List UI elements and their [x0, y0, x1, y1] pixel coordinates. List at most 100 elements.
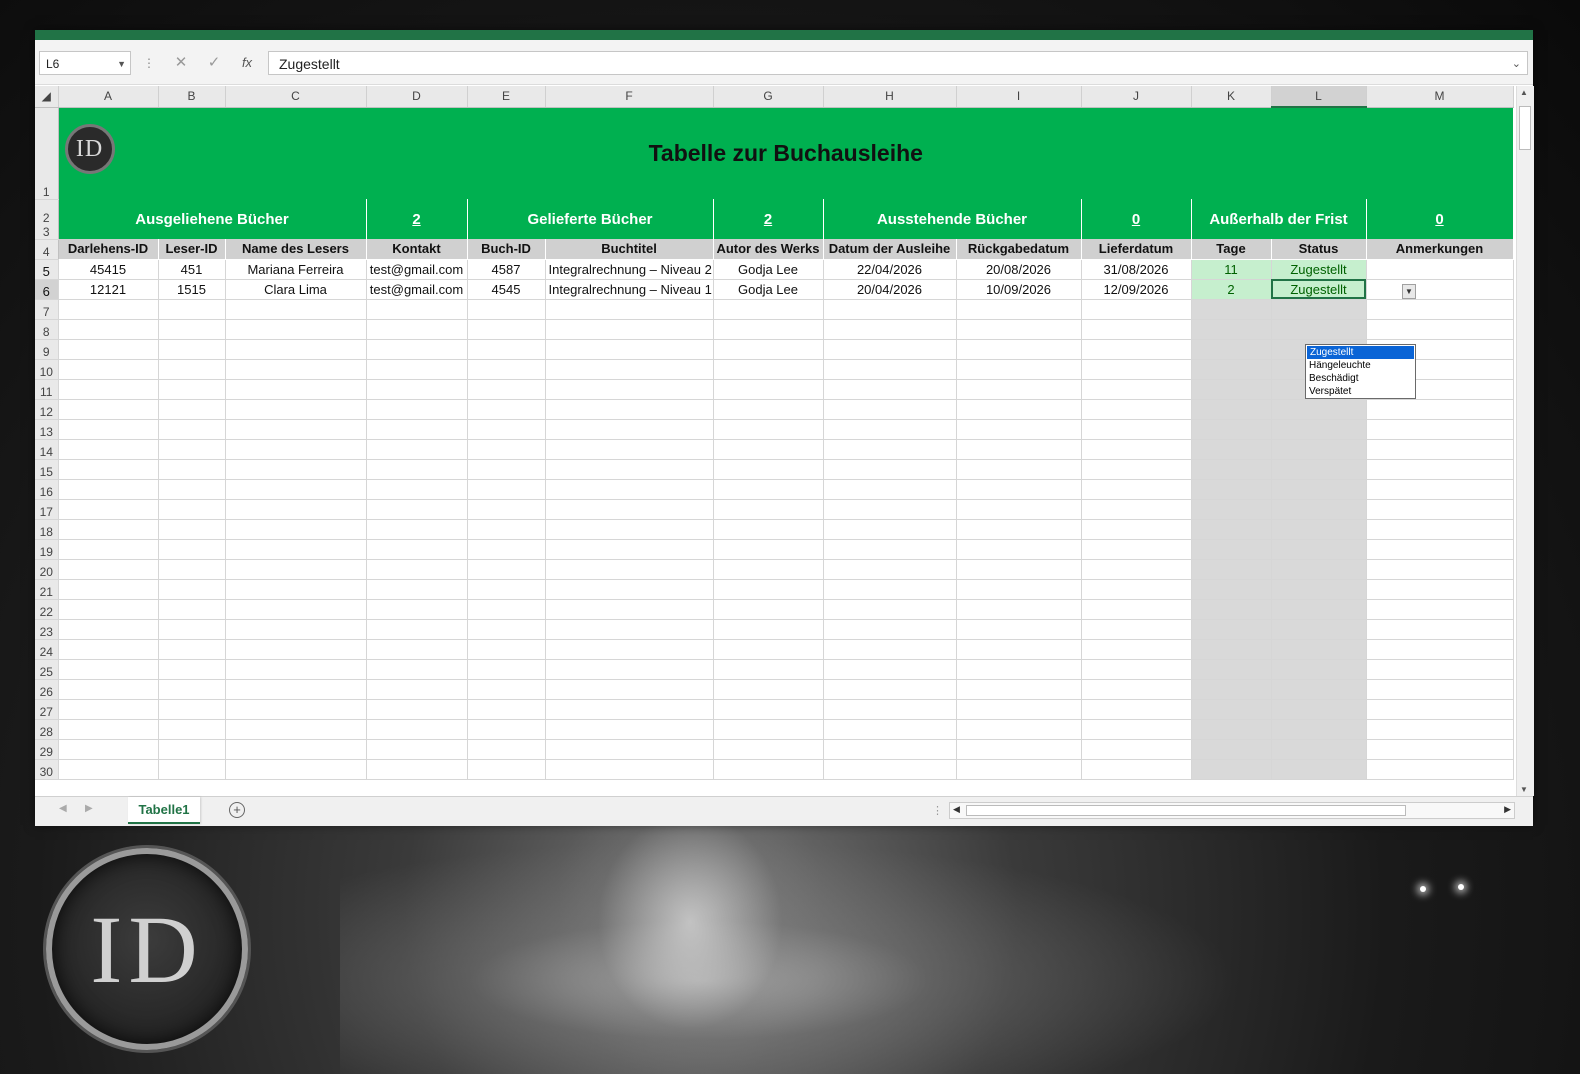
empty-cell[interactable]	[58, 499, 159, 520]
table-header[interactable]: Status	[1271, 239, 1367, 260]
empty-cell[interactable]	[713, 439, 824, 460]
empty-cell[interactable]	[158, 459, 226, 480]
empty-cell[interactable]	[956, 699, 1082, 720]
empty-cell[interactable]	[1191, 759, 1272, 780]
table-cell[interactable]: 451	[158, 259, 226, 280]
row-header[interactable]: 10	[35, 359, 59, 380]
empty-cell[interactable]	[366, 719, 468, 740]
empty-cell[interactable]	[823, 459, 957, 480]
row-header[interactable]: 9	[35, 339, 59, 360]
empty-cell[interactable]	[713, 719, 824, 740]
empty-cell[interactable]	[956, 639, 1082, 660]
empty-cell[interactable]	[545, 759, 714, 780]
empty-cell[interactable]	[225, 299, 367, 320]
empty-cell[interactable]	[366, 479, 468, 500]
empty-cell[interactable]	[1081, 419, 1192, 440]
empty-cell[interactable]	[823, 719, 957, 740]
table-cell[interactable]: 11	[1191, 259, 1272, 280]
empty-cell[interactable]	[1271, 299, 1367, 320]
empty-cell[interactable]	[366, 699, 468, 720]
row-header[interactable]: 13	[35, 419, 59, 440]
formula-bar-splitter-icon[interactable]: ⋮	[143, 56, 155, 70]
empty-cell[interactable]	[956, 619, 1082, 640]
row-header[interactable]: 19	[35, 539, 59, 560]
summary-label[interactable]: Gelieferte Bücher	[467, 199, 714, 239]
empty-cell[interactable]	[1191, 419, 1272, 440]
column-header[interactable]: B	[158, 86, 226, 108]
empty-cell[interactable]	[1191, 319, 1272, 340]
empty-cell[interactable]	[225, 559, 367, 580]
empty-cell[interactable]	[956, 659, 1082, 680]
table-header[interactable]: Buch-ID	[467, 239, 546, 260]
empty-cell[interactable]	[1081, 479, 1192, 500]
empty-cell[interactable]	[366, 499, 468, 520]
tab-splitter-icon[interactable]: ⋮	[932, 804, 943, 817]
column-header[interactable]: M	[1366, 86, 1514, 108]
table-cell[interactable]: 1515	[158, 279, 226, 300]
empty-cell[interactable]	[1271, 499, 1367, 520]
table-header[interactable]: Autor des Werks	[713, 239, 824, 260]
empty-cell[interactable]	[366, 459, 468, 480]
empty-cell[interactable]	[58, 459, 159, 480]
select-all-corner[interactable]: ◢	[35, 86, 59, 108]
row-header[interactable]: 22	[35, 599, 59, 620]
empty-cell[interactable]	[1271, 739, 1367, 760]
empty-cell[interactable]	[1271, 419, 1367, 440]
column-header[interactable]: H	[823, 86, 957, 108]
table-header[interactable]: Rückgabedatum	[956, 239, 1082, 260]
empty-cell[interactable]	[823, 539, 957, 560]
table-header[interactable]: Leser-ID	[158, 239, 226, 260]
empty-cell[interactable]	[467, 519, 546, 540]
empty-cell[interactable]	[58, 319, 159, 340]
empty-cell[interactable]	[545, 579, 714, 600]
table-cell[interactable]: Clara Lima	[225, 279, 367, 300]
table-cell[interactable]: 12/09/2026	[1081, 279, 1192, 300]
table-cell[interactable]	[1366, 279, 1514, 300]
add-sheet-icon[interactable]: +	[229, 802, 245, 818]
empty-cell[interactable]	[366, 339, 468, 360]
empty-cell[interactable]	[225, 439, 367, 460]
empty-cell[interactable]	[225, 679, 367, 700]
empty-cell[interactable]	[1271, 439, 1367, 460]
empty-cell[interactable]	[58, 639, 159, 660]
expand-formula-icon[interactable]: ⌄	[1512, 52, 1521, 76]
empty-cell[interactable]	[225, 639, 367, 660]
empty-cell[interactable]	[467, 399, 546, 420]
summary-value[interactable]: 2	[366, 199, 468, 239]
empty-cell[interactable]	[823, 299, 957, 320]
empty-cell[interactable]	[225, 659, 367, 680]
empty-cell[interactable]	[467, 459, 546, 480]
table-cell[interactable]: 31/08/2026	[1081, 259, 1192, 280]
empty-cell[interactable]	[467, 739, 546, 760]
empty-cell[interactable]	[956, 479, 1082, 500]
title-cell[interactable]: ID Tabelle zur Buchausleihe	[58, 107, 1513, 199]
empty-cell[interactable]	[158, 619, 226, 640]
empty-cell[interactable]	[1081, 399, 1192, 420]
row-header[interactable]: 8	[35, 319, 59, 340]
empty-cell[interactable]	[956, 299, 1082, 320]
empty-cell[interactable]	[823, 339, 957, 360]
empty-cell[interactable]	[545, 359, 714, 380]
empty-cell[interactable]	[1271, 759, 1367, 780]
empty-cell[interactable]	[1191, 699, 1272, 720]
empty-cell[interactable]	[225, 399, 367, 420]
row-header[interactable]: 23	[35, 199, 59, 240]
empty-cell[interactable]	[366, 739, 468, 760]
empty-cell[interactable]	[1081, 659, 1192, 680]
empty-cell[interactable]	[1366, 459, 1514, 480]
empty-cell[interactable]	[823, 759, 957, 780]
empty-cell[interactable]	[956, 339, 1082, 360]
empty-cell[interactable]	[225, 479, 367, 500]
summary-value[interactable]: 0	[1366, 199, 1514, 239]
empty-cell[interactable]	[58, 659, 159, 680]
row-header[interactable]: 24	[35, 639, 59, 660]
empty-cell[interactable]	[366, 759, 468, 780]
empty-cell[interactable]	[1271, 599, 1367, 620]
empty-cell[interactable]	[1081, 739, 1192, 760]
empty-cell[interactable]	[158, 599, 226, 620]
empty-cell[interactable]	[58, 699, 159, 720]
empty-cell[interactable]	[225, 359, 367, 380]
empty-cell[interactable]	[225, 379, 367, 400]
empty-cell[interactable]	[1081, 439, 1192, 460]
insert-function-icon[interactable]: fx	[233, 50, 261, 76]
